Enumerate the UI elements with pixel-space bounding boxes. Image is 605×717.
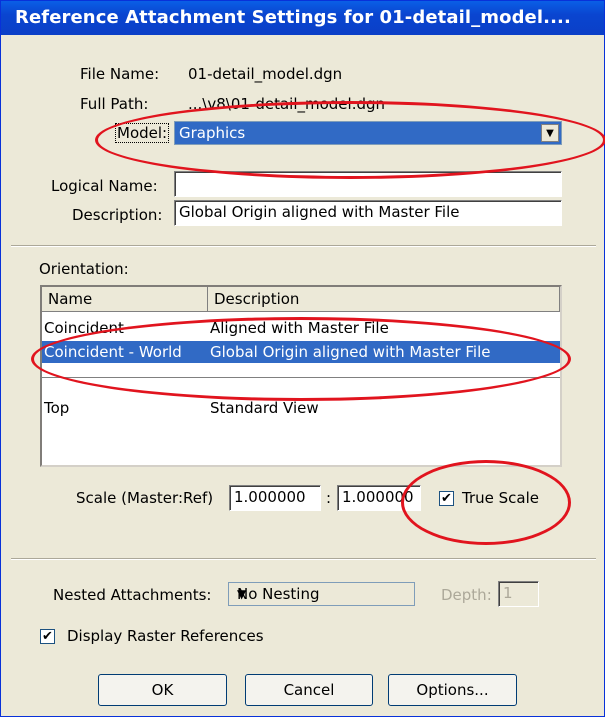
- annotation-ellipse-row: [31, 317, 571, 401]
- separator: [11, 245, 596, 247]
- cancel-button[interactable]: Cancel: [245, 674, 373, 706]
- separator: [11, 558, 596, 560]
- scale-label: Scale (Master:Ref): [76, 489, 214, 507]
- depth-input: 1: [498, 581, 539, 607]
- logical-name-label: Logical Name:: [51, 177, 158, 195]
- row-name: Top: [44, 399, 70, 417]
- reference-attachment-dialog: Reference Attachment Settings for 01-det…: [0, 0, 605, 717]
- nested-attachments-label: Nested Attachments:: [53, 586, 212, 604]
- file-name-label: File Name:: [80, 65, 160, 83]
- column-header-description[interactable]: Description: [208, 287, 560, 311]
- options-button[interactable]: Options...: [388, 674, 517, 706]
- depth-label: Depth:: [441, 586, 492, 604]
- ok-button[interactable]: OK: [98, 674, 227, 706]
- description-input[interactable]: Global Origin aligned with Master File: [174, 200, 562, 226]
- column-header-name[interactable]: Name: [42, 287, 208, 311]
- title-bar[interactable]: Reference Attachment Settings for 01-det…: [1, 1, 604, 35]
- dialog-title: Reference Attachment Settings for 01-det…: [15, 7, 571, 28]
- display-raster-checkbox[interactable]: ✔: [40, 629, 55, 644]
- display-raster-label[interactable]: Display Raster References: [67, 627, 264, 645]
- list-header: Name Description: [42, 287, 560, 312]
- annotation-ellipse-model: [95, 101, 605, 179]
- scale-master-input[interactable]: 1.000000: [229, 485, 321, 511]
- scale-separator: :: [326, 489, 332, 507]
- file-name-value: 01-detail_model.dgn: [188, 65, 343, 83]
- full-path-label: Full Path:: [80, 95, 149, 113]
- annotation-ellipse-truescale: [401, 460, 571, 545]
- description-label: Description:: [72, 206, 163, 224]
- chevron-down-icon[interactable]: ▼: [237, 587, 406, 601]
- nested-attachments-dropdown[interactable]: No Nesting ▼: [228, 582, 415, 606]
- orientation-label: Orientation:: [39, 260, 129, 278]
- row-description: Standard View: [210, 399, 319, 417]
